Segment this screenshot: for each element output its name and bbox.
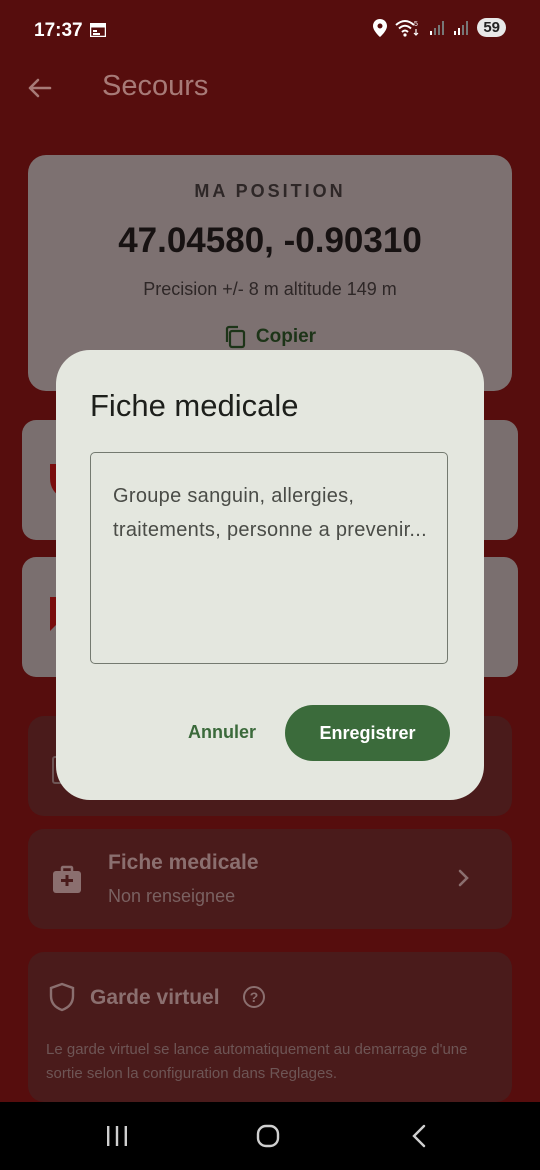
status-bar: 17:37 5 59 <box>0 0 540 62</box>
save-button[interactable]: Enregistrer <box>285 705 450 761</box>
dialog-title: Fiche medicale <box>90 388 299 423</box>
cancel-button[interactable]: Annuler <box>174 710 270 754</box>
medical-kit-icon <box>53 865 81 893</box>
signal-icon <box>430 20 445 35</box>
copy-icon <box>225 325 246 349</box>
svg-text:?: ? <box>250 989 259 1005</box>
medical-record-card[interactable]: Fiche medicale Non renseignee <box>28 829 512 929</box>
status-icons: 5 59 <box>373 18 506 37</box>
back-icon[interactable] <box>408 1124 432 1148</box>
signal-icon-2 <box>454 20 469 35</box>
medical-record-title: Fiche medicale <box>108 851 259 874</box>
chevron-right-icon <box>458 869 469 887</box>
virtual-guard-description: Le garde virtuel se lance automatiquemen… <box>46 1041 468 1082</box>
position-label: MA POSITION <box>194 181 346 201</box>
recent-apps-icon[interactable] <box>105 1124 129 1148</box>
wifi-icon: 5 <box>395 19 419 37</box>
help-icon[interactable]: ? <box>242 985 266 1009</box>
virtual-guard-card: Garde virtuel ? Le garde virtuel se lanc… <box>28 952 512 1102</box>
medical-record-dialog: Fiche medicale Groupe sanguin, allergies… <box>56 350 484 800</box>
shield-outline-icon <box>49 982 75 1012</box>
home-icon[interactable] <box>256 1124 280 1148</box>
medical-record-status: Non renseignee <box>108 886 236 906</box>
battery-indicator: 59 <box>477 18 506 37</box>
location-icon <box>373 18 388 37</box>
page-title: Secours <box>102 70 209 102</box>
back-arrow-icon[interactable] <box>24 72 56 104</box>
copy-label: Copier <box>255 326 317 347</box>
svg-text:5: 5 <box>414 21 418 28</box>
position-precision: Precision +/- 8 m altitude 149 m <box>143 279 397 299</box>
app-bar: Secours <box>0 62 540 114</box>
calendar-icon <box>90 23 106 37</box>
position-coordinates: 47.04580, -0.90310 <box>118 221 422 260</box>
copy-button[interactable]: Copier <box>28 325 512 349</box>
medical-info-placeholder: Groupe sanguin, allergies, traitements, … <box>113 485 427 541</box>
virtual-guard-title: Garde virtuel <box>90 986 220 1009</box>
medical-info-textarea[interactable]: Groupe sanguin, allergies, traitements, … <box>90 452 448 664</box>
system-nav-bar <box>0 1102 540 1170</box>
status-time: 17:37 <box>34 20 83 41</box>
